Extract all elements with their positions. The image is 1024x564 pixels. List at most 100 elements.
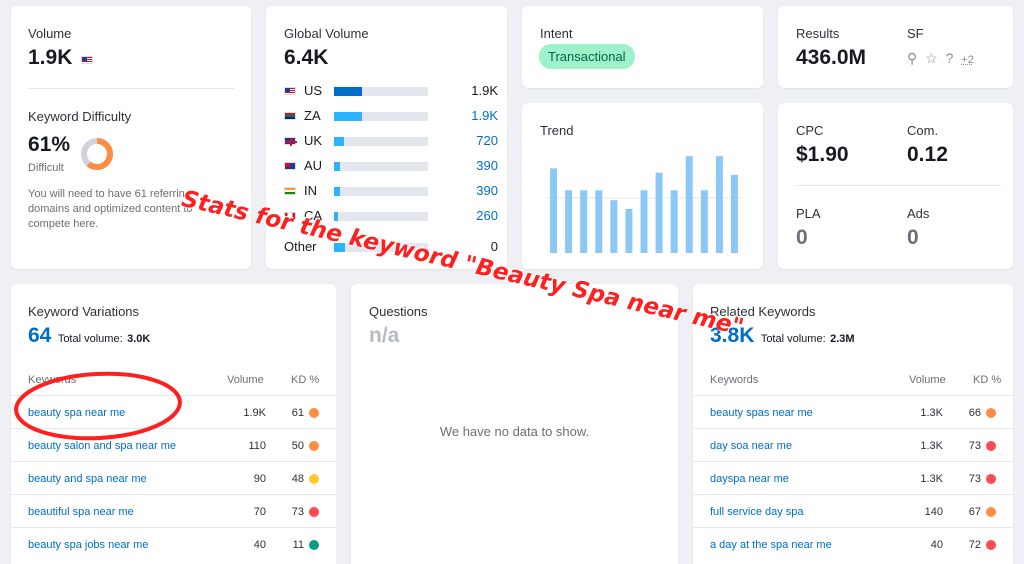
table-row: beauty and spa near me 90 48	[11, 461, 336, 494]
volume-value: 1.9K	[28, 46, 73, 69]
country-volume[interactable]: 260	[476, 208, 498, 223]
keyword-link[interactable]: beauty and spa near me	[28, 473, 147, 485]
keyword-link[interactable]: beauty spas near me	[710, 407, 813, 419]
trend-bar[interactable]	[565, 190, 573, 253]
country-code: AU	[304, 158, 323, 173]
ads-value: 0	[907, 226, 919, 249]
keyword-link[interactable]: day soa near me	[710, 440, 792, 452]
kd-indicator-icon	[309, 474, 319, 484]
keyword-link[interactable]: a day at the spa near me	[710, 539, 832, 551]
ads-label: Ads	[907, 206, 930, 221]
table-row: beauty spa jobs near me 40 11	[11, 527, 336, 560]
uk-flag-icon	[284, 137, 297, 146]
country-code: IN	[304, 183, 317, 198]
us-flag-icon	[284, 87, 296, 95]
country-volume[interactable]: 720	[476, 133, 498, 148]
keyword-kd: 73	[968, 440, 981, 452]
country-row-uk: UK 720	[284, 133, 498, 149]
keyword-link[interactable]: dayspa near me	[710, 473, 789, 485]
table-row: beautiful spa near me 70 73	[11, 494, 336, 527]
keyword-volume: 90	[253, 473, 266, 485]
country-volume[interactable]: 1.9K	[471, 108, 498, 123]
col-volume-header: Volume	[227, 374, 264, 386]
related-total-value: 2.3M	[830, 333, 855, 345]
keyword-volume: 1.3K	[920, 473, 943, 485]
country-row-us: US 1.9K	[284, 83, 498, 99]
country-code: UK	[304, 133, 323, 148]
country-bar	[334, 137, 428, 146]
pla-label: PLA	[796, 206, 821, 221]
keyword-kd: 48	[291, 473, 304, 485]
country-row-in: IN 390	[284, 183, 498, 199]
kd-donut-chart	[81, 138, 113, 170]
trend-bar[interactable]	[655, 172, 663, 253]
keyword-link[interactable]: beautiful spa near me	[28, 506, 134, 518]
kd-indicator-icon	[309, 540, 319, 550]
questions-label: Questions	[369, 304, 428, 319]
volume-kd-card: Volume 1.9K Keyword Difficulty 61% Diffi…	[11, 6, 251, 269]
col-keywords-header: Keywords	[710, 374, 759, 386]
kd-label: Keyword Difficulty	[28, 109, 132, 124]
table-row: beauty spas near me 1.3K 66	[693, 395, 1013, 428]
trend-bar[interactable]	[640, 190, 648, 253]
table-row: day soa near me 1.3K 73	[693, 428, 1013, 461]
keyword-volume: 40	[930, 539, 943, 551]
trend-bar[interactable]	[670, 190, 678, 253]
keyword-link[interactable]: beauty spa jobs near me	[28, 539, 148, 551]
kd-indicator-icon	[986, 507, 996, 517]
country-volume[interactable]: 390	[476, 158, 498, 173]
kd-indicator-icon	[309, 408, 319, 418]
pla-value: 0	[796, 226, 808, 249]
keyword-volume: 70	[253, 506, 266, 518]
star-icon: ☆	[925, 50, 938, 66]
trend-bar[interactable]	[625, 209, 633, 253]
trend-bar[interactable]	[730, 174, 738, 253]
country-volume[interactable]: 390	[476, 183, 498, 198]
volume-label: Volume	[28, 26, 72, 41]
country-bar	[334, 112, 428, 121]
trend-chart	[546, 156, 742, 253]
intent-badge: Transactional	[539, 44, 635, 69]
country-bar	[334, 212, 428, 221]
kd-indicator-icon	[309, 441, 319, 451]
keyword-volume: 110	[248, 440, 266, 452]
trend-bar[interactable]	[610, 200, 618, 253]
keyword-volume: 40	[253, 539, 266, 551]
sf-more-link[interactable]: +2	[961, 54, 974, 66]
country-bar	[334, 187, 428, 196]
keyword-kd: 73	[291, 506, 304, 518]
table-row: dayspa near me 1.3K 73	[693, 461, 1013, 494]
country-code: US	[304, 83, 323, 98]
divider	[28, 88, 234, 89]
results-card: Results 436.0M SF ⚲ ☆ ? +2	[778, 6, 1013, 88]
questions-value: n/a	[369, 324, 400, 347]
com-value: 0.12	[907, 143, 948, 166]
au-flag-icon	[284, 162, 296, 170]
trend-bar[interactable]	[550, 168, 558, 253]
questions-empty-message: We have no data to show.	[439, 424, 590, 439]
trend-bar[interactable]	[700, 190, 708, 253]
trend-bar[interactable]	[595, 190, 603, 253]
trend-bar[interactable]	[685, 156, 693, 253]
cpc-card: CPC $1.90 Com. 0.12 PLA 0 Ads 0	[778, 103, 1013, 269]
country-volume: 1.9K	[471, 83, 498, 98]
trend-card: Trend	[522, 103, 763, 269]
kd-description: You will need to have 61 referring domai…	[28, 188, 193, 230]
country-row-za: ZA 1.9K	[284, 108, 498, 124]
keyword-volume: 1.9K	[243, 407, 266, 419]
divider	[796, 185, 1001, 186]
trend-bar[interactable]	[580, 190, 588, 253]
sf-label: SF	[907, 26, 924, 41]
variations-summary: 64 Total volume: 3.0K	[28, 324, 150, 348]
za-flag-icon	[284, 112, 296, 120]
country-row-au: AU 390	[284, 158, 498, 174]
kd-indicator-icon	[986, 408, 996, 418]
kd-indicator-icon	[986, 441, 996, 451]
trend-bar[interactable]	[715, 156, 723, 253]
col-kd-header: KD %	[291, 374, 320, 386]
variations-total-value: 3.0K	[127, 333, 151, 345]
kd-indicator-icon	[309, 507, 319, 517]
variations-count[interactable]: 64	[28, 324, 51, 347]
keyword-link[interactable]: full service day spa	[710, 506, 804, 518]
table-row: a day at the spa near me 40 72	[693, 527, 1013, 560]
